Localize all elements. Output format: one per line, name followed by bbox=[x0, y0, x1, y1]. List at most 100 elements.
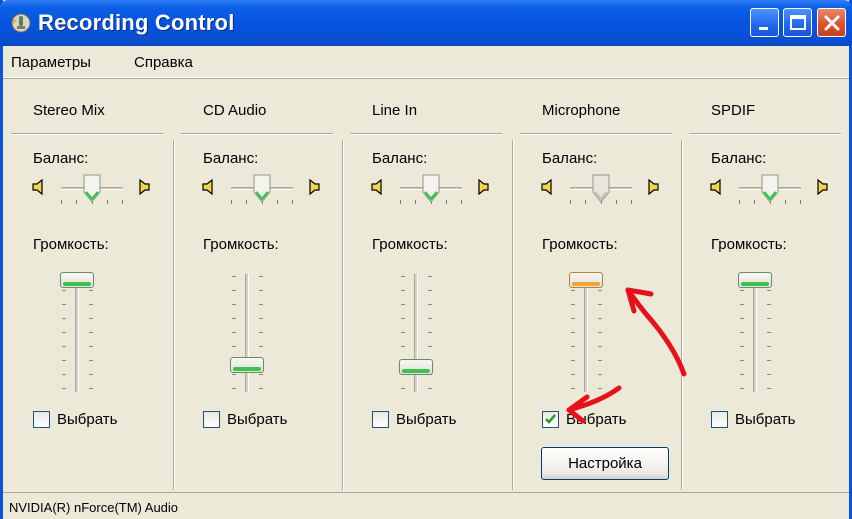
close-icon bbox=[824, 15, 840, 31]
volume-tick bbox=[767, 290, 771, 291]
balance-tick bbox=[631, 200, 632, 204]
select-checkbox[interactable] bbox=[372, 411, 389, 428]
left-speaker-icon bbox=[370, 178, 386, 196]
select-label: Выбрать bbox=[735, 411, 796, 428]
menu-parameters[interactable]: Параметры bbox=[11, 54, 91, 71]
balance-tick bbox=[231, 200, 232, 204]
channel-separator bbox=[681, 140, 683, 490]
volume-tick bbox=[401, 276, 405, 277]
select-checkbox[interactable] bbox=[542, 411, 559, 428]
balance-slider-thumb[interactable] bbox=[422, 174, 440, 204]
volume-tick bbox=[740, 318, 744, 319]
volume-tick bbox=[232, 332, 236, 333]
volume-tick bbox=[571, 304, 575, 305]
volume-tick bbox=[89, 374, 93, 375]
volume-track[interactable] bbox=[584, 274, 588, 392]
balance-slider-thumb[interactable] bbox=[253, 174, 271, 204]
volume-tick bbox=[740, 332, 744, 333]
volume-tick bbox=[401, 332, 405, 333]
volume-tick bbox=[62, 290, 66, 291]
volume-tick bbox=[62, 304, 66, 305]
select-checkbox[interactable] bbox=[711, 411, 728, 428]
settings-button[interactable]: Настройка bbox=[541, 447, 669, 480]
balance-tick bbox=[800, 200, 801, 204]
menu-help[interactable]: Справка bbox=[134, 54, 193, 71]
channel-microphone: Microphone Баланс: Громкость: Выбрать bbox=[512, 88, 681, 490]
volume-tick bbox=[259, 346, 263, 347]
volume-tick bbox=[571, 290, 575, 291]
balance-slider-thumb[interactable] bbox=[761, 174, 779, 204]
volume-tick bbox=[401, 318, 405, 319]
balance-tick bbox=[446, 200, 447, 204]
volume-tick bbox=[259, 304, 263, 305]
volume-label: Громкость: bbox=[203, 236, 279, 253]
volume-tick bbox=[428, 388, 432, 389]
volume-tick bbox=[62, 360, 66, 361]
right-speaker-icon bbox=[813, 178, 829, 196]
divider bbox=[181, 133, 333, 135]
volume-tick bbox=[401, 346, 405, 347]
volume-tick bbox=[89, 360, 93, 361]
channel-separator bbox=[173, 140, 175, 490]
divider bbox=[11, 133, 163, 135]
volume-slider-thumb[interactable] bbox=[569, 272, 603, 288]
menu-bar: Параметры Справка bbox=[3, 46, 849, 78]
close-button[interactable] bbox=[817, 8, 846, 37]
volume-tick bbox=[598, 360, 602, 361]
select-label: Выбрать bbox=[396, 411, 457, 428]
volume-track[interactable] bbox=[75, 274, 79, 392]
volume-tick bbox=[62, 346, 66, 347]
balance-label: Баланс: bbox=[711, 150, 767, 167]
title-bar[interactable]: Recording Control bbox=[0, 0, 852, 46]
select-checkbox[interactable] bbox=[33, 411, 50, 428]
channel-name: Microphone bbox=[542, 102, 621, 119]
volume-slider-thumb[interactable] bbox=[230, 356, 264, 373]
balance-tick bbox=[754, 200, 755, 204]
channel-spdif: SPDIF Баланс: Громкость: Выбрать bbox=[681, 88, 850, 490]
volume-track[interactable] bbox=[753, 274, 757, 392]
left-speaker-icon bbox=[540, 178, 556, 196]
channel-name: Stereo Mix bbox=[33, 102, 105, 119]
volume-slider-thumb[interactable] bbox=[738, 272, 772, 288]
volume-tick bbox=[428, 290, 432, 291]
window-title: Recording Control bbox=[38, 10, 235, 35]
balance-tick bbox=[415, 200, 416, 204]
balance-tick bbox=[107, 200, 108, 204]
volume-tick bbox=[571, 360, 575, 361]
balance-tick bbox=[570, 200, 571, 204]
select-label: Выбрать bbox=[57, 411, 118, 428]
volume-slider-thumb[interactable] bbox=[60, 272, 94, 288]
balance-tick bbox=[277, 200, 278, 204]
volume-tick bbox=[401, 304, 405, 305]
volume-tick bbox=[428, 318, 432, 319]
volume-track[interactable] bbox=[245, 274, 249, 392]
volume-tick bbox=[571, 332, 575, 333]
volume-tick bbox=[62, 388, 66, 389]
channel-cd-audio: CD Audio Баланс: Громкость: Выбрать bbox=[173, 88, 342, 490]
maximize-icon bbox=[790, 15, 806, 30]
volume-tick bbox=[740, 304, 744, 305]
volume-tick bbox=[401, 388, 405, 389]
select-checkbox[interactable] bbox=[203, 411, 220, 428]
divider bbox=[689, 133, 841, 135]
balance-label: Баланс: bbox=[33, 150, 89, 167]
volume-tick bbox=[571, 318, 575, 319]
balance-tick bbox=[739, 200, 740, 204]
balance-tick bbox=[246, 200, 247, 204]
volume-tick bbox=[428, 304, 432, 305]
divider bbox=[350, 133, 502, 135]
volume-label: Громкость: bbox=[33, 236, 109, 253]
volume-tick bbox=[259, 318, 263, 319]
volume-tick bbox=[571, 388, 575, 389]
balance-slider-thumb[interactable] bbox=[592, 174, 610, 204]
right-speaker-icon bbox=[644, 178, 660, 196]
volume-tick bbox=[598, 332, 602, 333]
mixer-panel: Stereo Mix Баланс: Громкость: Выбрать CD Aud… bbox=[3, 88, 849, 490]
volume-slider-thumb[interactable] bbox=[399, 359, 433, 376]
balance-slider-thumb[interactable] bbox=[83, 174, 101, 204]
balance-label: Баланс: bbox=[542, 150, 598, 167]
left-speaker-icon bbox=[709, 178, 725, 196]
minimize-button[interactable] bbox=[750, 8, 779, 37]
minimize-icon bbox=[759, 27, 768, 30]
maximize-button[interactable] bbox=[783, 8, 812, 37]
